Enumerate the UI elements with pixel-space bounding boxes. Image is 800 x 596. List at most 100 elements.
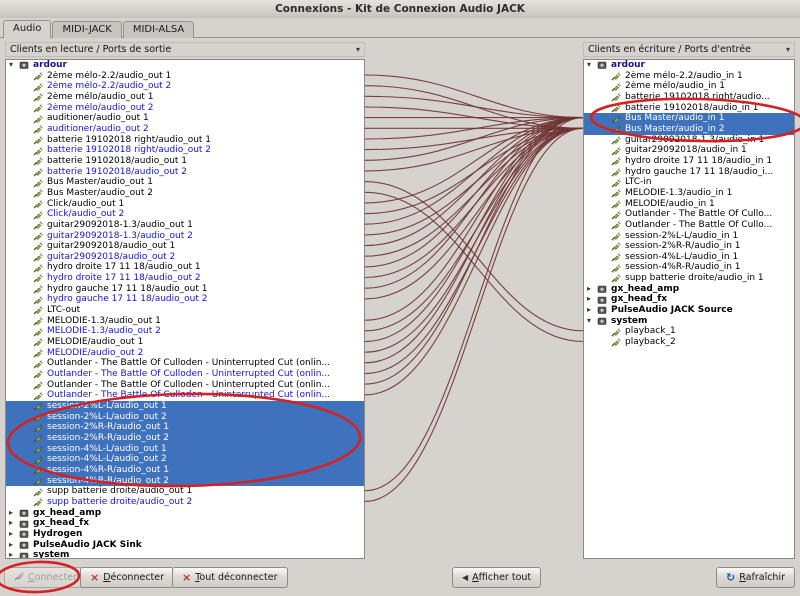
disconnect-button[interactable]: × Déconnecter	[80, 567, 174, 588]
port-row[interactable]: 2ème mélo/audio_out 1	[6, 92, 364, 103]
port-row[interactable]: MELODIE-1.3/audio_out 1	[6, 316, 364, 327]
titlebar[interactable]: Connexions - Kit de Connexion Audio JACK	[0, 0, 800, 19]
port-row[interactable]: guitar29092018/audio_out 1	[6, 241, 364, 252]
port-row[interactable]: Outlander - The Battle Of Cullo...	[584, 220, 794, 231]
port-row[interactable]: hydro droite 17 11 18/audio_in 1	[584, 156, 794, 167]
port-row[interactable]: batterie 19102018/audio_out 1	[6, 156, 364, 167]
client-row[interactable]: ▸gx_head_fx	[584, 294, 794, 305]
port-row[interactable]: session-2%L-L/audio_out 2	[6, 412, 364, 423]
port-row[interactable]: session-2%L-L/audio_out 1	[6, 401, 364, 412]
port-row[interactable]: hydro gauche 17 11 18/audio_out 1	[6, 284, 364, 295]
port-row[interactable]: session-2%R-R/audio_in 1	[584, 241, 794, 252]
port-row[interactable]: session-4%L-L/audio_out 2	[6, 454, 364, 465]
port-row[interactable]: 2ème mélo/audio_in 1	[584, 81, 794, 92]
port-row[interactable]: session-4%R-R/audio_in 1	[584, 262, 794, 273]
port-row[interactable]: session-2%R-R/audio_out 1	[6, 422, 364, 433]
client-row[interactable]: ▸gx_head_fx	[6, 518, 364, 529]
expander-open-icon[interactable]: ▾	[587, 60, 597, 71]
port-row[interactable]: session-4%L-L/audio_out 1	[6, 444, 364, 455]
expander-closed-icon[interactable]: ▸	[9, 550, 19, 559]
port-row[interactable]: guitar29092018-1.3/audio_out 1	[6, 220, 364, 231]
port-row[interactable]: supp batterie droite/audio_in 1	[584, 273, 794, 284]
port-row[interactable]: Outlander - The Battle Of Cullo...	[584, 209, 794, 220]
expander-closed-icon[interactable]: ▸	[9, 518, 19, 529]
port-row[interactable]: 2ème mélo-2.2/audio_in 1	[584, 71, 794, 82]
port-row[interactable]: guitar29092018/audio_out 2	[6, 252, 364, 263]
client-row[interactable]: ▸gx_head_amp	[6, 508, 364, 519]
connect-button[interactable]: Connecter	[4, 567, 87, 588]
port-row[interactable]: Click/audio_out 1	[6, 199, 364, 210]
port-row[interactable]: supp batterie droite/audio_out 1	[6, 486, 364, 497]
port-row[interactable]: hydro droite 17 11 18/audio_out 2	[6, 273, 364, 284]
expander-closed-icon[interactable]: ▸	[9, 540, 19, 551]
port-row[interactable]: MELODIE/audio_in 1	[584, 199, 794, 210]
client-row[interactable]: ▾ardour	[584, 60, 794, 71]
port-row[interactable]: batterie 19102018 right/audio_out 2	[6, 145, 364, 156]
expander-closed-icon[interactable]: ▸	[587, 294, 597, 305]
port-row[interactable]: Click/audio_out 2	[6, 209, 364, 220]
port-row[interactable]: playback_2	[584, 337, 794, 348]
port-row[interactable]: MELODIE/audio_out 1	[6, 337, 364, 348]
port-row[interactable]: Bus Master/audio_out 1	[6, 177, 364, 188]
port-row[interactable]: guitar29092018-1.3/audio_in 1	[584, 135, 794, 146]
output-tree[interactable]: ▾ardour2ème mélo-2.2/audio_out 12ème mél…	[5, 59, 365, 559]
port-row[interactable]: MELODIE-1.3/audio_in 1	[584, 188, 794, 199]
client-row[interactable]: ▸system	[6, 550, 364, 559]
port-row[interactable]: LTC-in	[584, 177, 794, 188]
port-row[interactable]: hydro gauche 17 11 18/audio_i...	[584, 167, 794, 178]
port-row[interactable]: session-2%L-L/audio_in 1	[584, 231, 794, 242]
port-row[interactable]: batterie 19102018 right/audio_out 1	[6, 135, 364, 146]
expander-closed-icon[interactable]: ▸	[9, 508, 19, 519]
port-row[interactable]: guitar29092018/audio_in 1	[584, 145, 794, 156]
port-row[interactable]: LTC-out	[6, 305, 364, 316]
port-row[interactable]: 2ème mélo-2.2/audio_out 2	[6, 81, 364, 92]
expander-open-icon[interactable]: ▾	[587, 316, 597, 327]
refresh-button[interactable]: ↻ Rafraîchir	[716, 567, 795, 588]
expander-closed-icon[interactable]: ▸	[587, 284, 597, 295]
port-row[interactable]: hydro gauche 17 11 18/audio_out 2	[6, 294, 364, 305]
port-row[interactable]: 2ème mélo-2.2/audio_out 1	[6, 71, 364, 82]
port-row[interactable]: MELODIE/audio_out 2	[6, 348, 364, 359]
client-row[interactable]: ▾system	[584, 316, 794, 327]
port-row[interactable]: session-4%R-R/audio_out 1	[6, 465, 364, 476]
port-row[interactable]: batterie 19102018/audio_out 2	[6, 167, 364, 178]
output-header-combo[interactable]: Clients en lecture / Ports de sortie ▾	[5, 42, 365, 57]
port-row[interactable]: session-4%R-R/audio_out 2	[6, 476, 364, 487]
port-row[interactable]: auditioner/audio_out 1	[6, 113, 364, 124]
disconnect-all-button[interactable]: × Tout déconnecter	[172, 567, 288, 588]
port-row[interactable]: 2ème mélo/audio_out 2	[6, 103, 364, 114]
tab-midi-jack[interactable]: MIDI-JACK	[52, 21, 121, 38]
client-row[interactable]: ▾ardour	[6, 60, 364, 71]
client-row[interactable]: ▸PulseAudio JACK Sink	[6, 540, 364, 551]
expander-open-icon[interactable]: ▾	[9, 60, 19, 71]
port-row[interactable]: Outlander - The Battle Of Culloden - Uni…	[6, 390, 364, 401]
port-row[interactable]: Outlander - The Battle Of Culloden - Uni…	[6, 380, 364, 391]
client-row[interactable]: ▸Hydrogen	[6, 529, 364, 540]
port-row[interactable]: auditioner/audio_out 2	[6, 124, 364, 135]
input-header-combo[interactable]: Clients en écriture / Ports d'entrée ▾	[583, 42, 795, 57]
port-row[interactable]: batterie 19102018/audio_in 1	[584, 103, 794, 114]
port-row[interactable]: batterie 19102018 right/audio...	[584, 92, 794, 103]
port-row[interactable]: Bus Master/audio_out 2	[6, 188, 364, 199]
port-row[interactable]: hydro droite 17 11 18/audio_out 1	[6, 262, 364, 273]
client-row[interactable]: ▸gx_head_amp	[584, 284, 794, 295]
client-icon	[19, 551, 29, 559]
expander-closed-icon[interactable]: ▸	[587, 305, 597, 316]
port-row[interactable]: MELODIE-1.3/audio_out 2	[6, 326, 364, 337]
input-tree[interactable]: ▾ardour2ème mélo-2.2/audio_in 12ème mélo…	[583, 59, 795, 559]
client-row[interactable]: ▸PulseAudio JACK Source	[584, 305, 794, 316]
show-all-button[interactable]: ◀ Afficher tout	[452, 567, 541, 588]
port-row[interactable]: session-2%R-R/audio_out 2	[6, 433, 364, 444]
port-row[interactable]: supp batterie droite/audio_out 2	[6, 497, 364, 508]
show-all-arrow-icon: ◀	[462, 573, 468, 582]
tab-audio[interactable]: Audio	[3, 20, 51, 38]
port-row[interactable]: session-4%L-L/audio_in 1	[584, 252, 794, 263]
expander-closed-icon[interactable]: ▸	[9, 529, 19, 540]
port-row[interactable]: Outlander - The Battle Of Culloden - Uni…	[6, 369, 364, 380]
port-row[interactable]: Bus Master/audio_in 1	[584, 113, 794, 124]
port-row[interactable]: Bus Master/audio_in 2	[584, 124, 794, 135]
port-row[interactable]: Outlander - The Battle Of Culloden - Uni…	[6, 358, 364, 369]
tab-midi-alsa[interactable]: MIDI-ALSA	[123, 21, 194, 38]
port-row[interactable]: guitar29092018-1.3/audio_out 2	[6, 231, 364, 242]
port-row[interactable]: playback_1	[584, 326, 794, 337]
